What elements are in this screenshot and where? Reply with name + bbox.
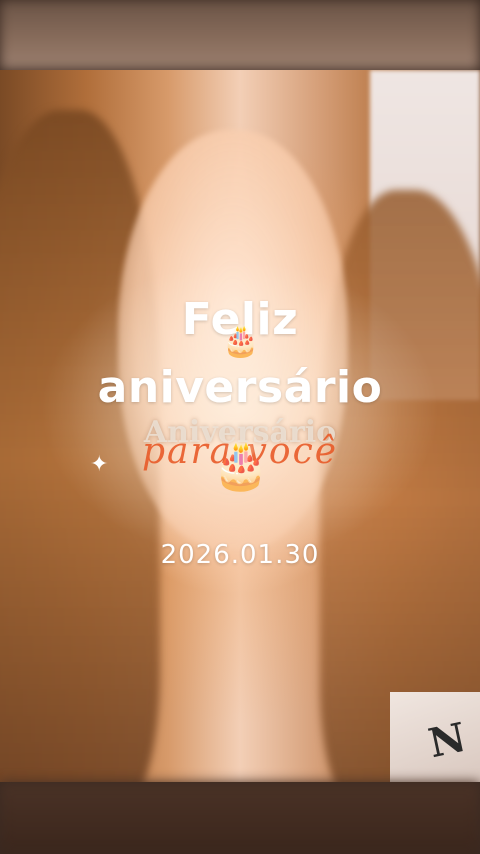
cake-with-candles-icon: 🎂 [212, 438, 270, 492]
shirt-corner: N [390, 692, 480, 782]
sparkle-icon: ✦ [90, 452, 109, 477]
date-text: 2026.01.30 [160, 540, 320, 570]
greeting-line-2: aniversário [97, 362, 383, 413]
bottom-blurred-band [0, 782, 480, 854]
top-blurred-band [0, 0, 480, 70]
shirt-logo-mark: N [424, 713, 471, 768]
cake-icon: 🎂 [222, 324, 260, 359]
